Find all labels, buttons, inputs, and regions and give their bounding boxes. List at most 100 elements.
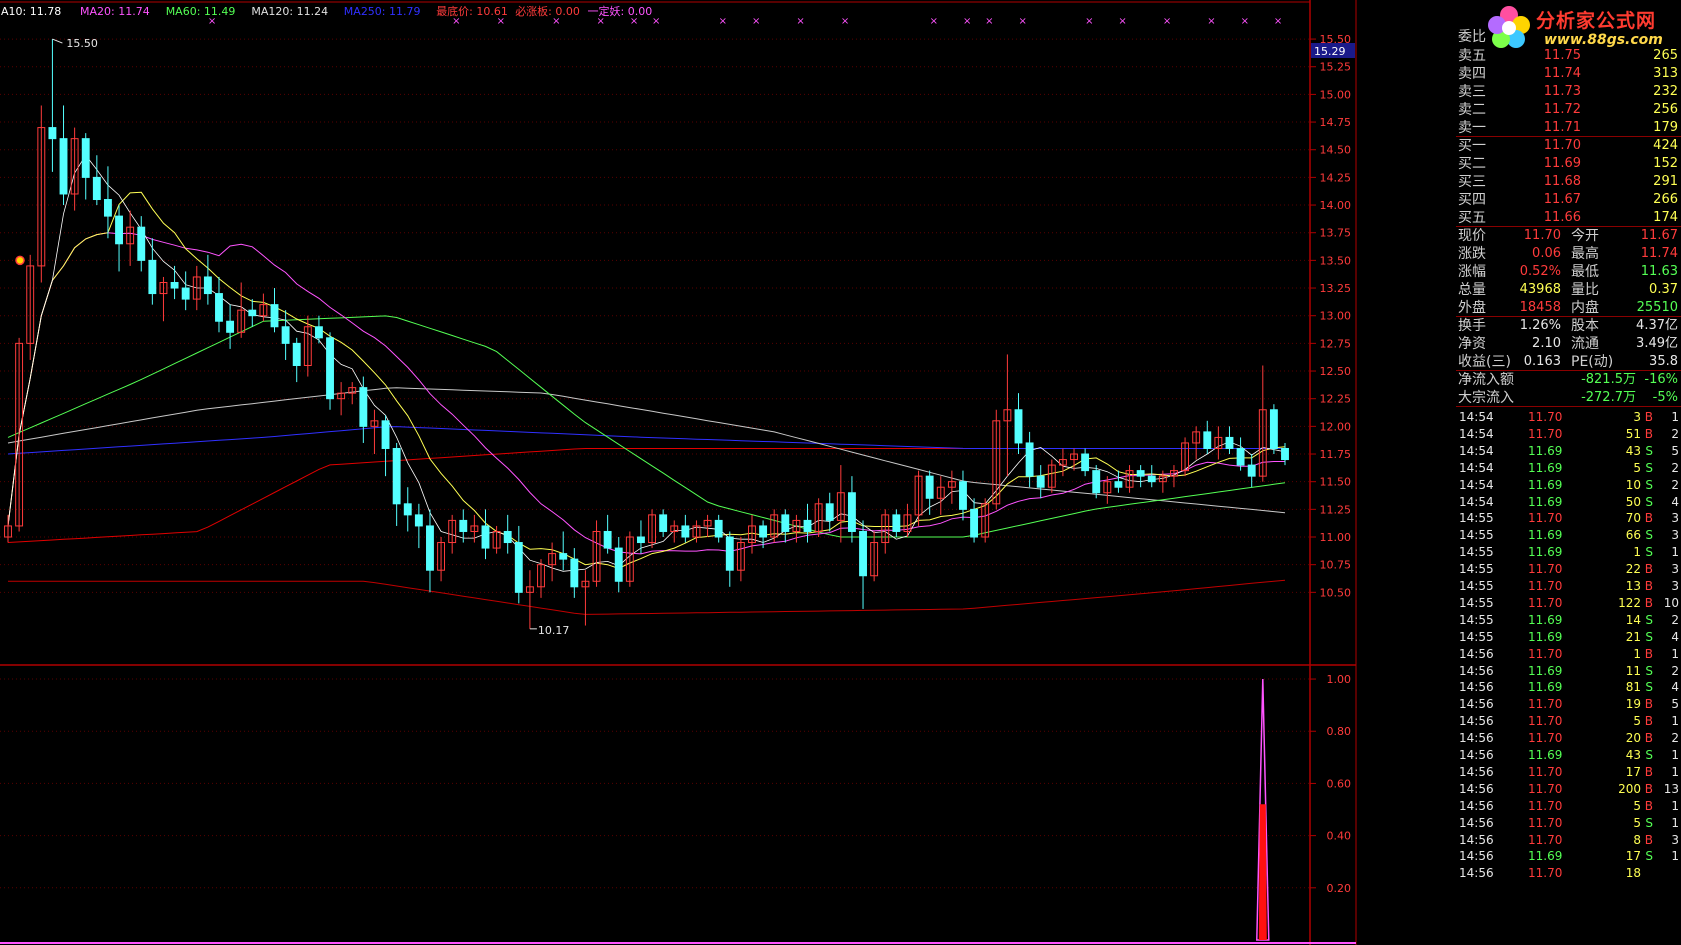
stat-label-2: 最高	[1571, 246, 1599, 262]
flow-row: 大宗流入 -272.7万 -5%	[1456, 389, 1681, 407]
tick-volume: 3	[1633, 410, 1641, 424]
candle-body	[892, 514, 901, 532]
tick-side: S	[1645, 849, 1653, 864]
ask-label: 卖五	[1458, 48, 1486, 64]
tick-row: 14:55 11.70 13 B 3	[1456, 577, 1681, 595]
y-tick-label: 10.75	[1320, 559, 1352, 572]
tick-price: 11.69	[1528, 477, 1563, 492]
weibi-row: 委比	[1456, 28, 1681, 46]
y-tick-label: 13.75	[1320, 227, 1352, 240]
tick-volume: 5	[1633, 798, 1641, 813]
fundamental-value: 2.10	[1532, 336, 1561, 351]
tick-price: 11.69	[1528, 680, 1563, 695]
tick-count: 4	[1671, 629, 1679, 644]
stat-label-2: 内盘	[1571, 300, 1599, 316]
candle-body	[803, 519, 812, 532]
tick-price: 11.69	[1528, 494, 1563, 509]
bid-label: 买四	[1458, 192, 1486, 208]
tick-time: 14:55	[1459, 511, 1494, 526]
tick-price: 11.70	[1528, 579, 1563, 593]
sub-y-tick-label: 0.40	[1327, 830, 1352, 843]
fundamental-row: 换手 1.26% 股本 4.37亿	[1456, 317, 1681, 335]
y-tick-label: 12.75	[1320, 337, 1352, 350]
tick-price: 11.69	[1528, 849, 1563, 864]
legend-item: MA20: 11.74	[80, 5, 150, 18]
candle-body	[970, 508, 979, 538]
y-tick-label: 11.50	[1320, 476, 1352, 489]
ask-volume: 256	[1653, 102, 1678, 117]
bid-price: 11.69	[1543, 156, 1581, 171]
candle-body	[481, 525, 490, 549]
tick-time: 14:55	[1459, 562, 1494, 577]
signal-x-marker: ×	[1163, 16, 1171, 27]
tick-row: 14:55 11.69 66 S 3	[1456, 526, 1681, 544]
fundamental-label: 收益(三)	[1458, 354, 1511, 370]
stat-row: 涨幅 0.52% 最低 11.63	[1456, 263, 1681, 281]
tick-volume: 1	[1633, 646, 1641, 661]
candle-body	[570, 558, 579, 588]
legend-item: MA60: 11.49	[166, 5, 236, 18]
tick-side: S	[1645, 460, 1653, 475]
weibi-label: 委比	[1458, 29, 1486, 45]
tick-row: 14:56 11.70 1 B 1	[1456, 645, 1681, 663]
tick-price: 11.70	[1528, 562, 1563, 577]
bid-row: 买四 11.67 266	[1456, 191, 1681, 209]
tick-side: B	[1644, 579, 1653, 593]
legend-item: 必涨板: 0.00	[515, 4, 580, 18]
signal-x-marker: ×	[1274, 16, 1282, 27]
tick-count: 1	[1671, 798, 1679, 813]
candle-body	[825, 503, 834, 521]
signal-x-marker: ×	[841, 16, 849, 27]
candle-body	[314, 326, 323, 339]
tick-row: 14:55 11.69 21 S 4	[1456, 628, 1681, 646]
tick-side: S	[1645, 528, 1653, 543]
candle-body	[215, 293, 223, 322]
candle-body	[759, 525, 768, 538]
tick-count: 1	[1671, 714, 1679, 729]
tick-count: 2	[1671, 663, 1679, 678]
y-tick-label: 13.50	[1320, 254, 1352, 267]
candle-body	[426, 525, 434, 571]
fundamental-value: 0.163	[1523, 354, 1561, 369]
tick-side: B	[1644, 731, 1653, 746]
tick-price: 11.70	[1528, 798, 1563, 813]
ask-label: 卖三	[1458, 84, 1486, 100]
signal-x-marker: ×	[208, 16, 216, 27]
tick-time: 14:56	[1459, 866, 1494, 881]
tick-volume: 8	[1633, 832, 1641, 847]
candle-body	[1147, 475, 1156, 483]
tick-count: 13	[1663, 781, 1679, 796]
fundamental-label-2: PE(动)	[1571, 354, 1614, 370]
flow-label: 大宗流入	[1458, 390, 1514, 406]
tick-time: 14:56	[1459, 731, 1494, 746]
stat-value-2: 25510	[1636, 300, 1678, 315]
tick-count: 1	[1671, 764, 1679, 779]
y-tick-label: 12.50	[1320, 365, 1352, 378]
candle-body	[414, 514, 423, 527]
candle-body	[403, 503, 412, 516]
candle-body	[1247, 464, 1256, 477]
tick-volume: 43	[1625, 443, 1641, 458]
ask-volume: 179	[1653, 120, 1678, 135]
candle-body	[1036, 475, 1045, 488]
signal-x-marker: ×	[597, 16, 605, 27]
sub-y-tick-label: 0.60	[1327, 777, 1352, 790]
tick-volume: 200	[1618, 781, 1641, 796]
bid-volume: 174	[1653, 210, 1678, 225]
fundamental-row: 净资 2.10 流通 3.49亿	[1456, 335, 1681, 353]
signal-dot-marker	[15, 255, 25, 266]
y-tick-label: 14.25	[1320, 171, 1352, 184]
stat-label: 外盘	[1458, 300, 1486, 316]
tick-count: 2	[1671, 477, 1679, 492]
tick-count: 2	[1671, 731, 1679, 746]
candle-body	[103, 199, 112, 217]
tick-side: B	[1644, 511, 1653, 526]
tick-time: 14:54	[1459, 494, 1494, 509]
candle-body	[392, 447, 401, 505]
tick-count: 3	[1671, 832, 1679, 847]
tick-volume: 11	[1625, 663, 1641, 678]
signal-x-marker: ×	[963, 16, 971, 27]
fundamental-value-2: 4.37亿	[1636, 318, 1678, 333]
tick-price: 11.69	[1528, 629, 1563, 644]
tick-time: 14:56	[1459, 781, 1494, 796]
